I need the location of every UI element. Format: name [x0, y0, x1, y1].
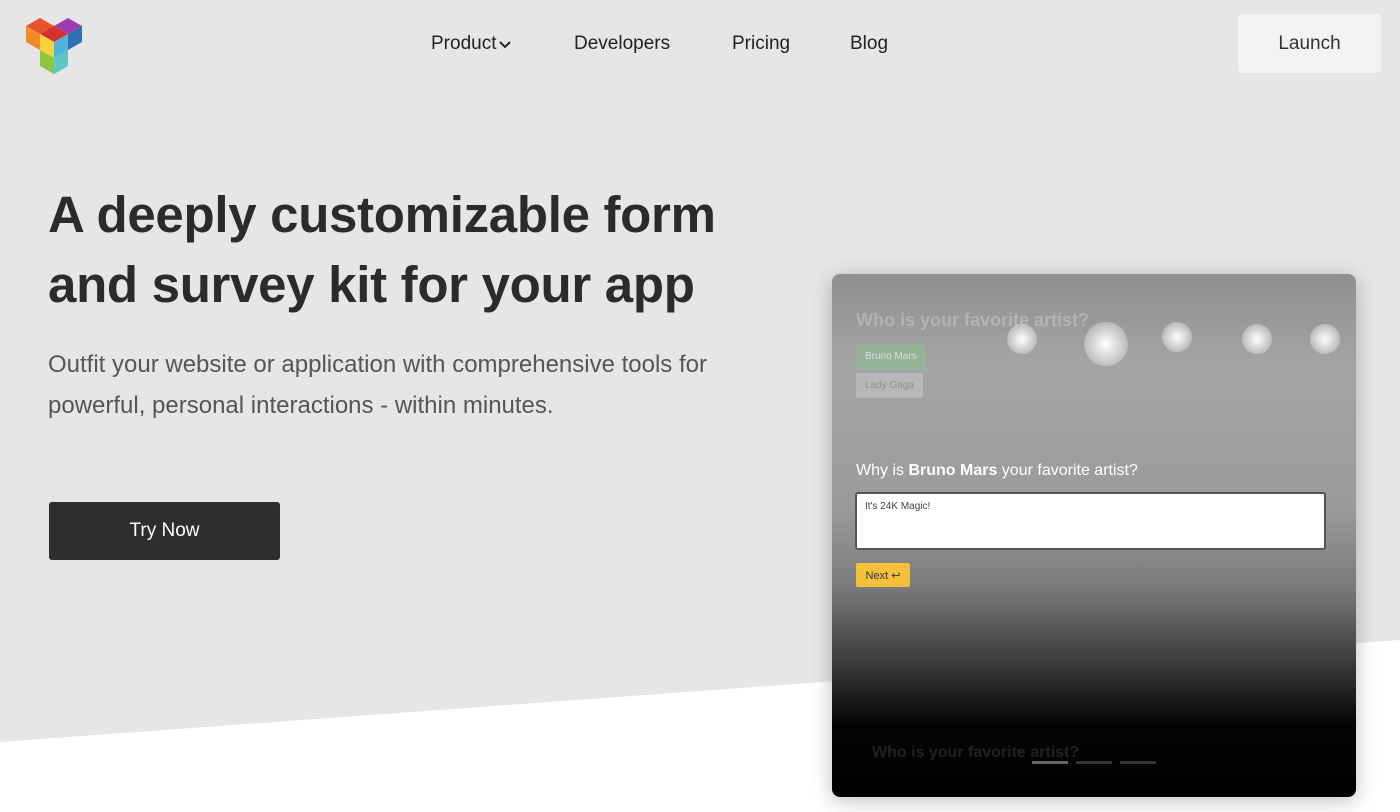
question-label: Why is Bruno Mars your favorite artist? [856, 462, 1138, 480]
option-bruno-mars[interactable]: Bruno Mars [856, 344, 926, 369]
nav-developers[interactable]: Developers [574, 33, 670, 55]
enter-icon: ↩ [891, 569, 901, 582]
question-prefix: Why is [856, 462, 909, 479]
hero-title: A deeply customizable form and survey ki… [48, 186, 716, 313]
next-label: Next [865, 569, 889, 582]
question-artist: Bruno Mars [908, 462, 998, 479]
launch-button[interactable]: Launch [1238, 14, 1381, 73]
hero-subtitle: Outfit your website or application with … [48, 351, 707, 419]
progress-step [1076, 761, 1112, 764]
nav-pricing[interactable]: Pricing [732, 33, 790, 55]
option-lady-gaga[interactable]: Lady Gaga [856, 373, 923, 398]
nav-blog[interactable]: Blog [850, 33, 888, 55]
nav-product[interactable]: Product [431, 33, 512, 55]
question-suffix: your favorite artist? [997, 462, 1138, 479]
try-now-button[interactable]: Try Now [49, 502, 280, 560]
progress-step [1120, 761, 1156, 764]
progress-indicator [1032, 761, 1156, 764]
logo-icon [26, 18, 82, 74]
next-question: Who is your favorite artist? [872, 744, 1080, 761]
progress-step [1032, 761, 1068, 764]
next-button[interactable]: Next ↩ [856, 563, 910, 587]
answer-textarea[interactable]: It's 24K Magic! [855, 492, 1326, 550]
demo-form-card: Who is your favorite artist? Bruno Mars … [832, 274, 1356, 797]
nav-product-label: Product [431, 33, 497, 54]
previous-question: Who is your favorite artist? [856, 310, 1090, 330]
chevron-down-icon [499, 41, 512, 49]
